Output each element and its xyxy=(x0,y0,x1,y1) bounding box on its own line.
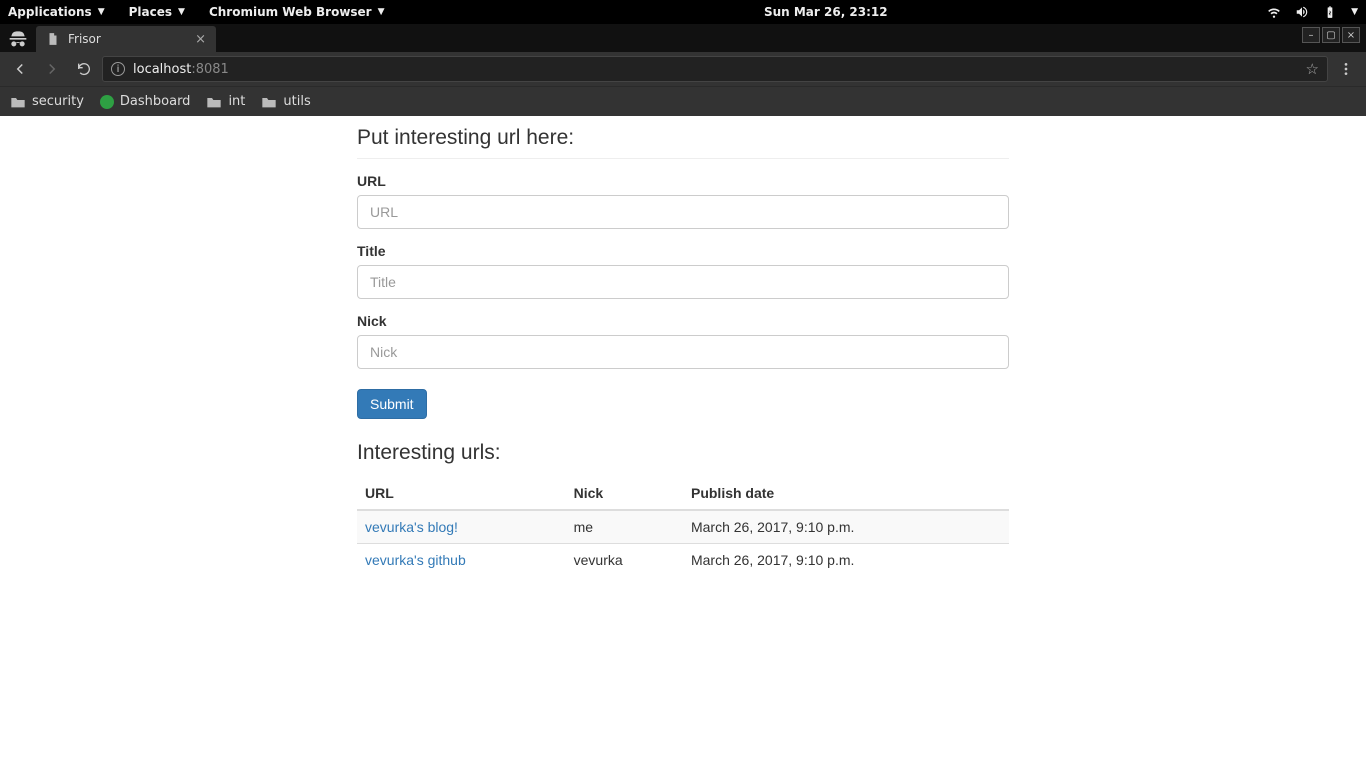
site-info-icon[interactable]: i xyxy=(111,62,125,76)
bookmark-dashboard[interactable]: Dashboard xyxy=(100,94,191,109)
forward-button[interactable] xyxy=(38,55,66,83)
cell-date: March 26, 2017, 9:10 p.m. xyxy=(683,544,1009,577)
window-close-button[interactable]: × xyxy=(1342,27,1360,43)
tab-title: Frisor xyxy=(68,32,101,46)
folder-icon xyxy=(206,95,222,109)
tab-close-icon[interactable]: × xyxy=(195,32,206,47)
url-link[interactable]: vevurka's blog! xyxy=(365,519,458,535)
page-content: Put interesting url here: URL Title Nick… xyxy=(0,116,1366,576)
places-label: Places xyxy=(129,5,172,19)
cell-nick: me xyxy=(566,510,683,544)
bookmark-label: int xyxy=(228,94,245,109)
battery-icon[interactable] xyxy=(1323,5,1337,19)
gnome-top-bar: Applications ▼ Places ▼ Chromium Web Bro… xyxy=(0,0,1366,24)
bookmarks-bar: security Dashboard int utils xyxy=(0,86,1366,116)
submit-button[interactable]: Submit xyxy=(357,389,427,419)
form-heading: Put interesting url here: xyxy=(357,126,1009,159)
bookmark-security[interactable]: security xyxy=(10,94,84,109)
table-row: vevurka's github vevurka March 26, 2017,… xyxy=(357,544,1009,577)
bookmark-label: utils xyxy=(283,94,310,109)
wifi-icon[interactable] xyxy=(1267,5,1281,19)
document-icon xyxy=(46,32,60,46)
system-menu-caret[interactable]: ▼ xyxy=(1351,7,1358,17)
col-url: URL xyxy=(357,477,566,510)
title-label: Title xyxy=(357,243,1009,259)
title-input[interactable] xyxy=(357,265,1009,299)
applications-menu[interactable]: Applications ▼ xyxy=(8,5,105,19)
reload-button[interactable] xyxy=(70,55,98,83)
url-input[interactable] xyxy=(357,195,1009,229)
cell-nick: vevurka xyxy=(566,544,683,577)
caret-down-icon: ▼ xyxy=(378,7,385,17)
url-port: :8081 xyxy=(191,62,228,77)
window-controls: – ▢ × xyxy=(1302,27,1360,43)
clock[interactable]: Sun Mar 26, 23:12 xyxy=(385,5,1268,19)
caret-down-icon: ▼ xyxy=(178,7,185,17)
incognito-icon xyxy=(0,24,36,52)
back-button[interactable] xyxy=(6,55,34,83)
nick-input[interactable] xyxy=(357,335,1009,369)
places-menu[interactable]: Places ▼ xyxy=(129,5,185,19)
bookmark-star-icon[interactable]: ☆ xyxy=(1306,60,1319,78)
url-host: localhost xyxy=(133,62,191,77)
address-bar[interactable]: i localhost:8081 ☆ xyxy=(102,56,1328,82)
bookmark-label: Dashboard xyxy=(120,94,191,109)
active-app-label: Chromium Web Browser xyxy=(209,5,372,19)
folder-icon xyxy=(261,95,277,109)
col-nick: Nick xyxy=(566,477,683,510)
folder-icon xyxy=(10,95,26,109)
url-label: URL xyxy=(357,173,1009,189)
browser-tab[interactable]: Frisor × xyxy=(36,26,216,52)
bookmark-utils[interactable]: utils xyxy=(261,94,310,109)
url-link[interactable]: vevurka's github xyxy=(365,552,466,568)
nick-label: Nick xyxy=(357,313,1009,329)
window-minimize-button[interactable]: – xyxy=(1302,27,1320,43)
window-maximize-button[interactable]: ▢ xyxy=(1322,27,1340,43)
browser-toolbar: i localhost:8081 ☆ xyxy=(0,52,1366,86)
list-heading: Interesting urls: xyxy=(357,441,1009,473)
bookmark-int[interactable]: int xyxy=(206,94,245,109)
volume-icon[interactable] xyxy=(1295,5,1309,19)
bookmark-label: security xyxy=(32,94,84,109)
caret-down-icon: ▼ xyxy=(98,7,105,17)
col-date: Publish date xyxy=(683,477,1009,510)
tab-strip: Frisor × – ▢ × xyxy=(0,24,1366,52)
urls-table: URL Nick Publish date vevurka's blog! me… xyxy=(357,477,1009,576)
cell-date: March 26, 2017, 9:10 p.m. xyxy=(683,510,1009,544)
browser-menu-button[interactable] xyxy=(1332,55,1360,83)
active-app-menu[interactable]: Chromium Web Browser ▼ xyxy=(209,5,385,19)
table-row: vevurka's blog! me March 26, 2017, 9:10 … xyxy=(357,510,1009,544)
dashboard-icon xyxy=(100,95,114,109)
applications-label: Applications xyxy=(8,5,92,19)
